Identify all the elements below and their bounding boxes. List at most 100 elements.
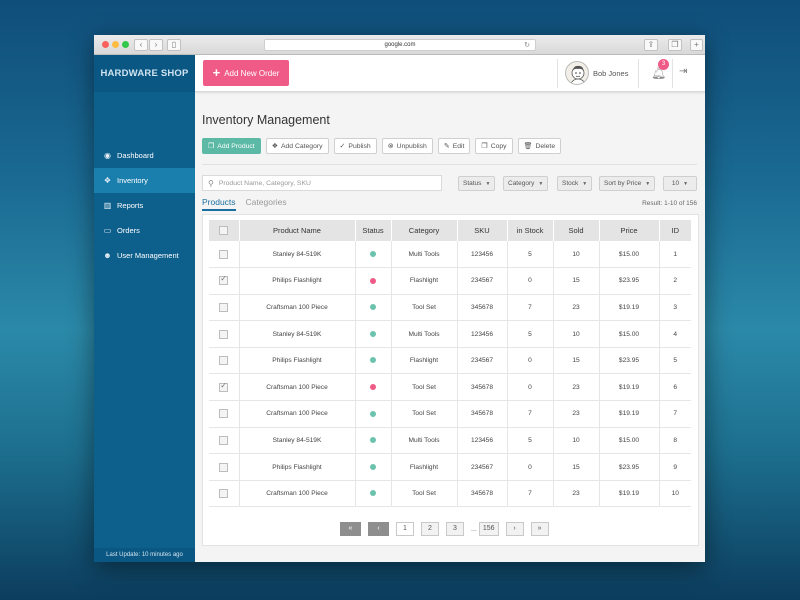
pagination-ellipsis: ... [471, 525, 477, 533]
row-checkbox[interactable] [219, 462, 229, 472]
next-page-button[interactable]: › [505, 522, 524, 536]
table-row[interactable]: Philips Flashlight Flashlight234567015$23… [209, 347, 691, 375]
delete-button[interactable]: 🗑︎ Delete [517, 138, 562, 154]
add-category-label: Add Category [280, 142, 323, 150]
add-category-button[interactable]: ❖ Add Category [265, 138, 329, 154]
row-checkbox[interactable] [219, 329, 229, 339]
column-header-sold[interactable]: Sold [553, 220, 600, 241]
sort-select-label: Sort by Price [604, 180, 642, 187]
edit-button[interactable]: ✎ Edit [437, 138, 471, 154]
status-dot-active [370, 410, 376, 417]
row-checkbox[interactable] [219, 489, 229, 499]
copy-button[interactable]: ❐ Copy [475, 138, 513, 154]
maximize-window-button[interactable] [122, 41, 129, 48]
cell-name: Craftsman 100 Piece [239, 400, 356, 428]
tab-categories[interactable]: Categories [246, 197, 287, 211]
user-name[interactable]: Bob Jones [593, 69, 628, 78]
first-page-button[interactable]: « [340, 522, 361, 536]
column-header-status[interactable]: Status [355, 220, 392, 241]
share-icon[interactable]: ⇪ [644, 39, 658, 51]
status-filter[interactable]: Status ▼ [458, 176, 496, 191]
avatar[interactable] [565, 61, 589, 85]
cell-sku: 345678 [457, 373, 508, 402]
table-row[interactable]: Stanley 84-519K Multi Tools 123456 5 10 $15.0… [209, 320, 691, 348]
edit-icon: ✎ [443, 143, 450, 150]
row-checkbox[interactable] [219, 409, 229, 419]
copy-icon: ❐ [481, 143, 488, 150]
status-dot-active [370, 250, 376, 257]
table-row[interactable]: Craftsman 100 Piece Tool Set 345678 7 23 $19.… [209, 294, 691, 322]
last-page-button[interactable]: » [530, 522, 549, 536]
row-checkbox[interactable] [219, 249, 229, 259]
last-update-text: Last Update: 10 minutes ago [94, 548, 195, 562]
new-tab-button[interactable]: + [690, 39, 703, 51]
cell-id: 5 [659, 347, 691, 375]
per-page-select[interactable]: 10 ▼ [663, 176, 697, 191]
reload-icon[interactable]: ↻ [524, 40, 530, 51]
cell-price: $19.19 [599, 294, 660, 322]
add-new-order-button[interactable]: + Add New Order [203, 60, 289, 86]
row-checkbox[interactable] [219, 302, 229, 312]
cell-sku: 234567 [457, 267, 508, 295]
page-button[interactable]: 2 [421, 522, 439, 536]
row-checkbox[interactable] [219, 381, 229, 392]
per-page-label: 10 [671, 180, 680, 187]
sidebar-item-inventory[interactable]: ❖ Inventory [94, 168, 195, 193]
category-filter[interactable]: Category ▼ [503, 176, 549, 191]
column-header-price[interactable]: Price [599, 220, 660, 241]
tab-products[interactable]: Products [202, 197, 236, 211]
minimize-window-button[interactable] [112, 41, 119, 48]
select-all-checkbox[interactable] [219, 226, 229, 236]
table-row[interactable]: Stanley 84-519K Multi Tools 123456 5 10 $15.0… [209, 241, 691, 269]
close-window-button[interactable] [102, 41, 109, 48]
cell-category: Multi Tools [391, 427, 458, 455]
tabs-icon[interactable]: ❐ [668, 39, 682, 51]
sidebar-item-orders[interactable]: ▭ Orders [94, 218, 195, 243]
last-page-number-button[interactable]: 156 [478, 522, 499, 536]
column-header-sku[interactable]: SKU [457, 220, 508, 241]
search-input[interactable]: ⚲ Product Name, Category, SKU [202, 175, 442, 191]
column-header-id[interactable]: ID [659, 220, 691, 241]
cell-name: Stanley 84-519K [239, 320, 356, 348]
sort-select[interactable]: Sort by Price ▼ [599, 176, 656, 191]
publish-button[interactable]: ✓ Publish [333, 138, 377, 154]
column-header-category[interactable]: Category [391, 220, 458, 241]
table-row[interactable]: Craftsman 100 Piece Tool Set345678023$19.… [209, 373, 691, 402]
sidebar-item-user-management[interactable]: ☻ User Management [94, 243, 195, 268]
row-checkbox[interactable] [219, 435, 229, 445]
cell-category: Multi Tools [391, 320, 458, 348]
table-row[interactable]: Craftsman 100 Piece Tool Set 345678 7 23 $19.… [209, 480, 691, 508]
row-checkbox[interactable] [219, 274, 229, 286]
stock-filter[interactable]: Stock ▼ [557, 176, 593, 191]
cell-id: 6 [659, 373, 691, 402]
back-button[interactable]: ‹ [134, 39, 148, 51]
brand-logo[interactable]: HARDWARE SHOP [94, 55, 195, 92]
column-header-product-name[interactable]: Product Name [239, 220, 356, 241]
sidebar-item-reports[interactable]: ▥ Reports [94, 193, 195, 218]
prev-page-button[interactable]: ‹ [368, 522, 389, 536]
forward-button[interactable]: › [149, 39, 163, 51]
page-button[interactable]: 3 [446, 522, 464, 536]
page-button[interactable]: 1 [396, 522, 414, 536]
row-checkbox[interactable] [219, 356, 229, 366]
status-dot-active [370, 304, 376, 311]
row-select-cell [209, 453, 240, 481]
add-product-button[interactable]: ❒ Add Product [202, 138, 261, 154]
column-header-in-stock[interactable]: in Stock [507, 220, 554, 241]
bar-chart-icon: ▥ [103, 201, 112, 210]
table-row[interactable]: Philips Flashlight Flashlight234567015$23… [209, 267, 691, 295]
sidebar-item-dashboard[interactable]: ◉ Dashboard [94, 143, 195, 168]
table-row[interactable]: Stanley 84-519K Multi Tools 123456 5 10 $15.0… [209, 427, 691, 455]
row-select-cell [209, 294, 240, 322]
unpublish-button[interactable]: ⊗ Unpublish [381, 138, 433, 154]
logout-icon[interactable]: ⇥ [679, 66, 687, 77]
search-icon: ⚲ [208, 178, 214, 188]
cell-status [355, 453, 392, 481]
sidebar-toggle-icon[interactable]: ▯ [167, 39, 181, 51]
address-bar[interactable]: google.com ↻ [264, 39, 536, 51]
cell-status [355, 427, 392, 455]
cell-category: Tool Set [391, 400, 458, 428]
table-row[interactable]: Craftsman 100 Piece Tool Set 345678 7 23 $19.… [209, 400, 691, 428]
products-table-container: Product Name Status Category SKU in Stoc… [202, 214, 699, 546]
table-row[interactable]: Philips Flashlight Flashlight234567015$23… [209, 453, 691, 481]
